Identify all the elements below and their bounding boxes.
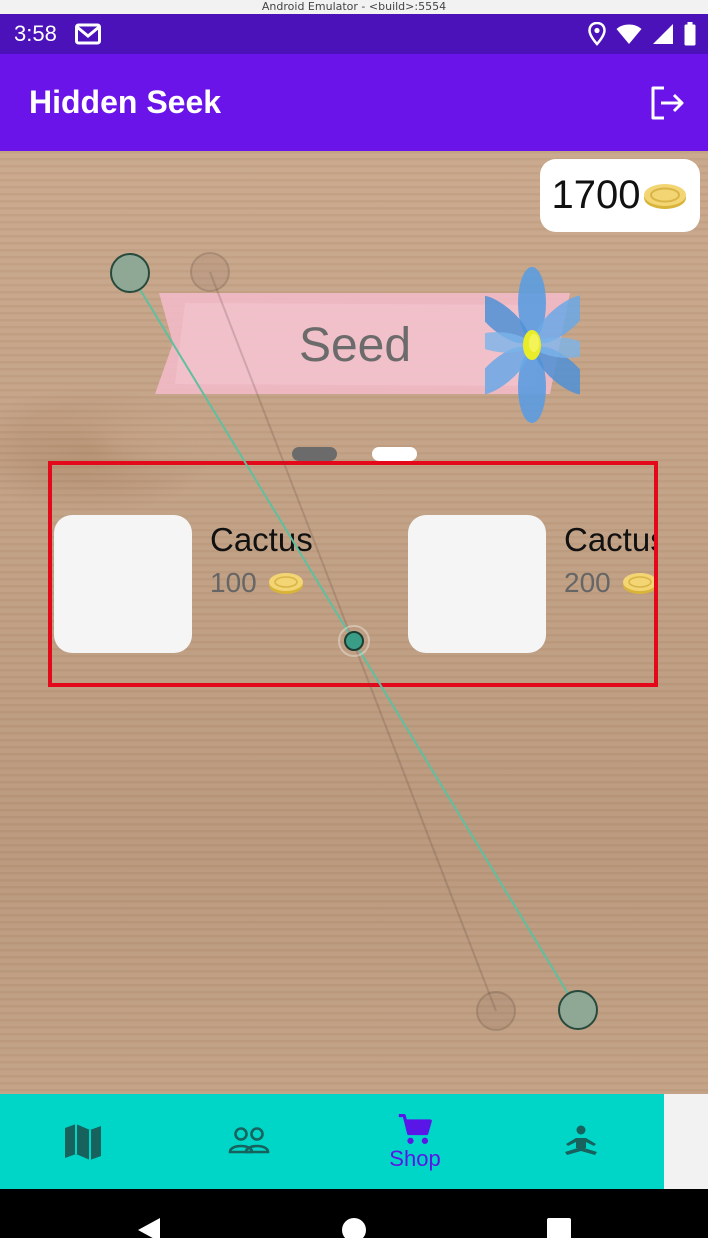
shop-item-card[interactable]: Cactus 100 xyxy=(54,515,354,655)
item-thumbnail[interactable] xyxy=(408,515,546,653)
cart-icon xyxy=(398,1113,432,1144)
meditation-icon xyxy=(565,1125,597,1155)
coin-icon xyxy=(644,183,687,209)
touch-point-end xyxy=(558,990,598,1030)
nav-shop[interactable]: Shop xyxy=(332,1094,498,1189)
coin-balance-value: 1700 xyxy=(551,173,641,217)
location-icon xyxy=(588,22,606,46)
signal-icon xyxy=(653,24,673,44)
page-dot-2[interactable] xyxy=(372,447,417,461)
app-title: Hidden Seek xyxy=(29,84,222,120)
item-price-row: 200 xyxy=(564,567,654,599)
item-name: Cactus xyxy=(210,521,313,558)
nav-friends[interactable] xyxy=(166,1094,332,1189)
logout-icon[interactable] xyxy=(648,84,686,122)
touch-point-ghost xyxy=(190,252,230,292)
item-price: 200 xyxy=(564,567,611,598)
nav-shop-label: Shop xyxy=(389,1145,441,1171)
item-carousel[interactable]: Cactus 100 Cactus 200 xyxy=(48,461,658,687)
recents-icon[interactable] xyxy=(546,1217,572,1238)
status-bar: 3:58 xyxy=(0,14,708,54)
page-indicator xyxy=(292,447,417,461)
app-bar: Hidden Seek xyxy=(0,54,708,151)
nav-meditation[interactable] xyxy=(498,1094,664,1189)
item-thumbnail[interactable] xyxy=(54,515,192,653)
flower-icon xyxy=(485,267,580,423)
touch-point-start xyxy=(110,253,150,293)
back-icon[interactable] xyxy=(136,1217,162,1238)
map-icon xyxy=(65,1123,101,1160)
page-dot-1[interactable] xyxy=(292,447,337,461)
system-navigation-bar xyxy=(0,1189,708,1238)
shop-item-card[interactable]: Cactus 200 xyxy=(408,515,658,655)
item-price-row: 100 xyxy=(210,567,305,599)
coin-icon xyxy=(268,573,303,594)
home-icon[interactable] xyxy=(341,1217,367,1238)
status-time: 3:58 xyxy=(14,21,57,46)
friends-icon xyxy=(228,1126,270,1153)
battery-icon xyxy=(684,22,696,46)
emulator-title: Android Emulator - <build>:5554 xyxy=(0,0,708,14)
wifi-icon xyxy=(616,24,642,44)
shop-content[interactable]: 1700 Seed Cactus 100 Cactus 200 xyxy=(0,151,708,1094)
status-icons xyxy=(588,22,696,46)
nav-map[interactable] xyxy=(0,1094,166,1189)
category-banner: Seed xyxy=(155,267,580,423)
touch-point-ghost xyxy=(476,991,516,1031)
item-name: Cactus xyxy=(564,521,658,558)
gmail-icon xyxy=(74,23,101,45)
nav-edge xyxy=(664,1094,708,1189)
item-price: 100 xyxy=(210,567,257,598)
bottom-navigation: Shop xyxy=(0,1094,664,1189)
coin-icon xyxy=(622,573,654,594)
coin-balance: 1700 xyxy=(540,159,700,232)
